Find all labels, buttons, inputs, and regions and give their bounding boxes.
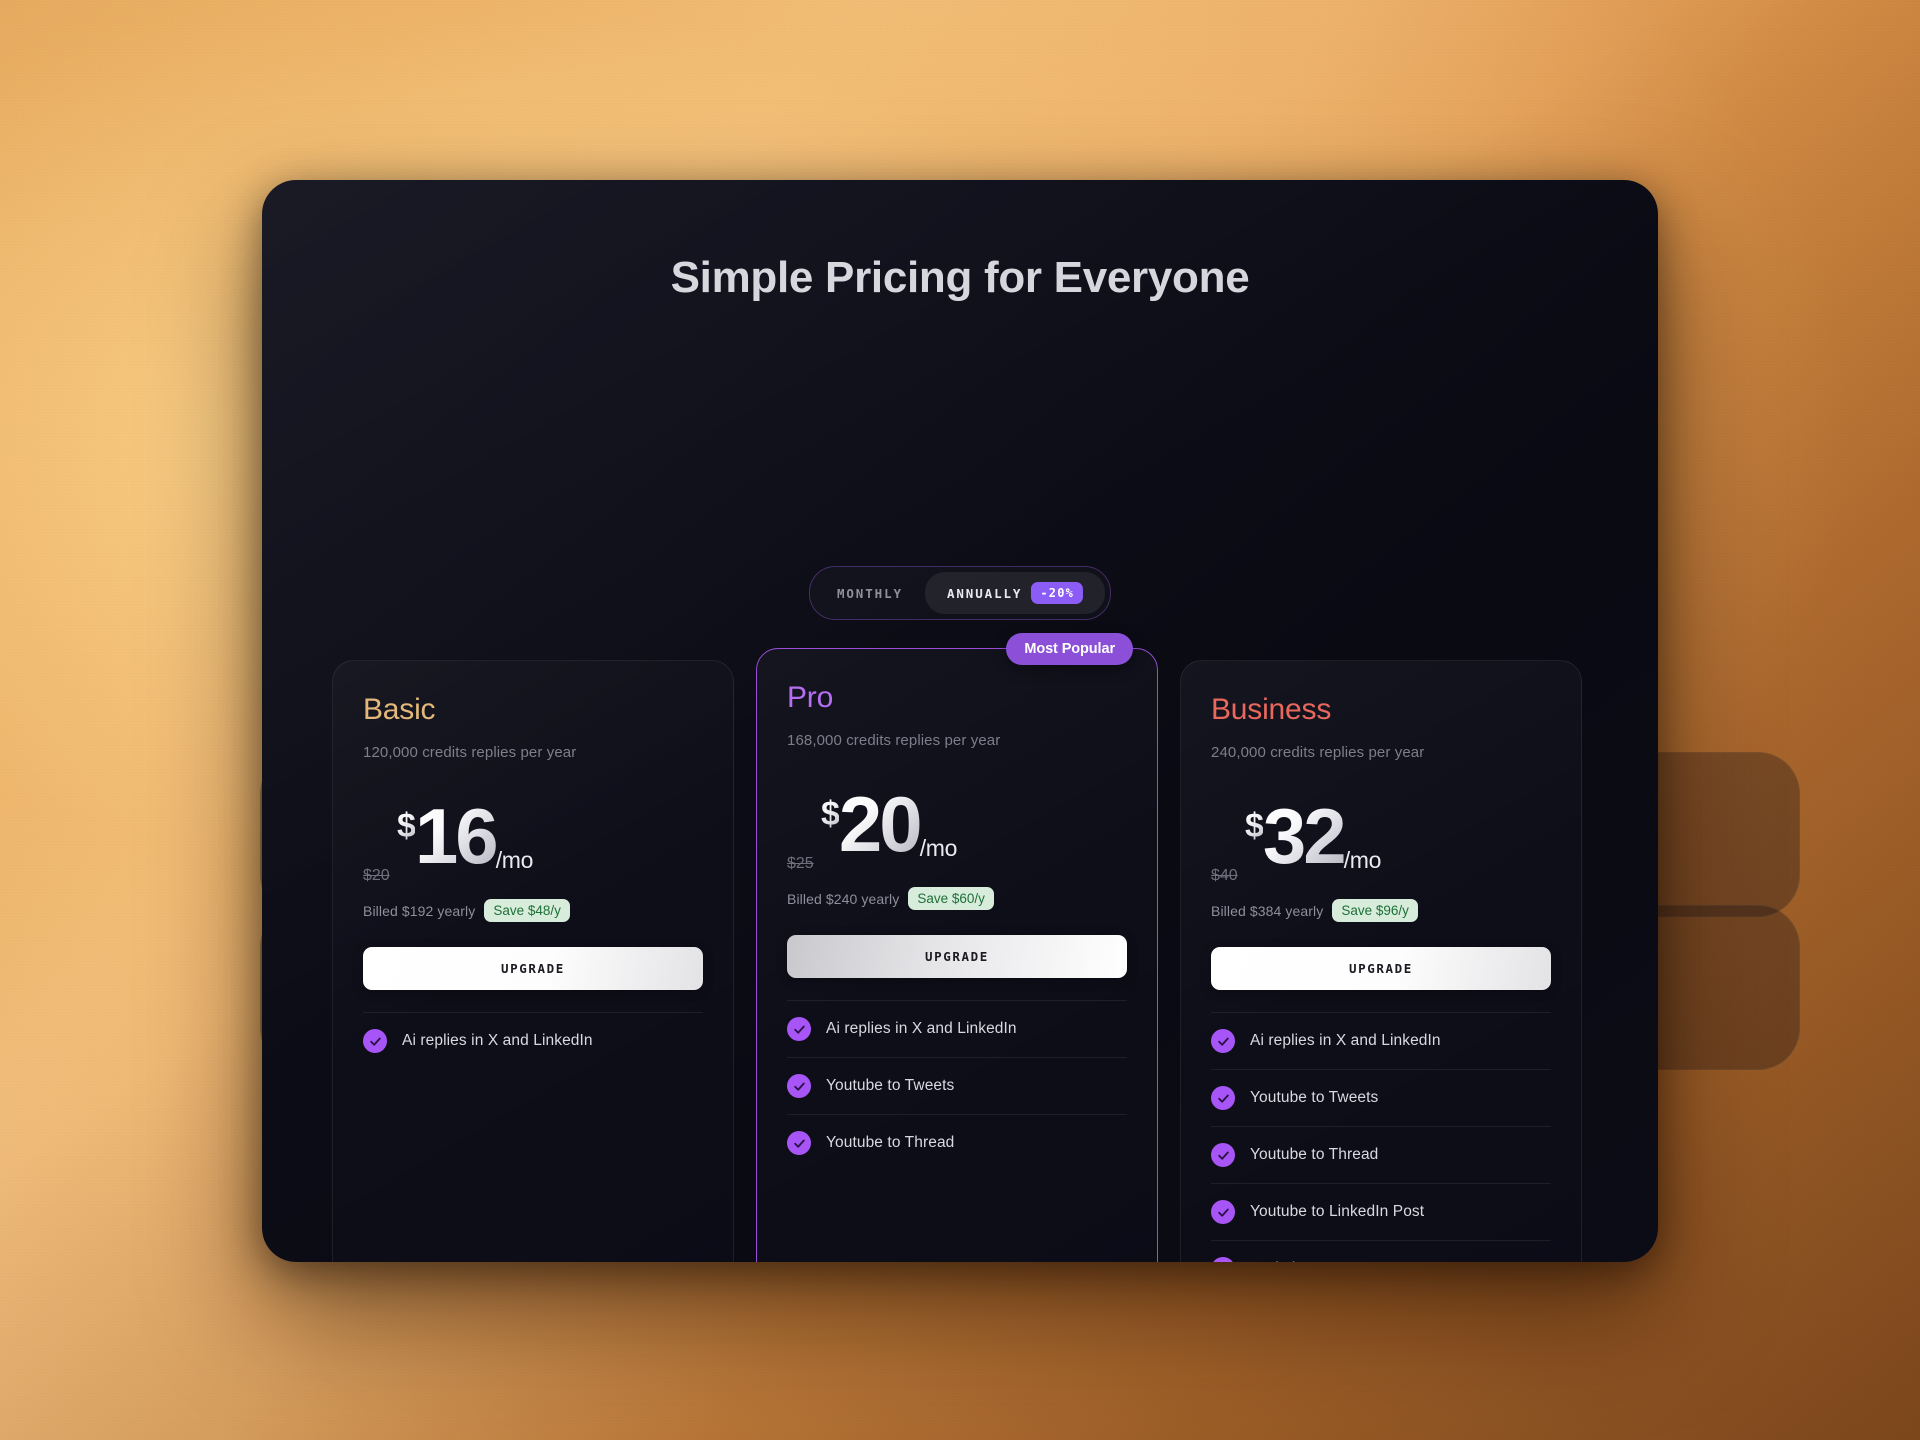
billed-text-basic: Billed $192 yearly — [363, 902, 476, 919]
price-currency-basic: $ — [397, 807, 416, 845]
feature-label: Youtube to Tweets — [826, 1077, 955, 1094]
discount-badge: -20% — [1031, 582, 1084, 604]
billing-toggle-monthly[interactable]: MONTHLY — [815, 576, 925, 611]
check-icon — [787, 1017, 811, 1041]
feature-item: Ai replies in X and LinkedIn — [363, 1012, 703, 1069]
most-popular-badge: Most Popular — [1006, 633, 1133, 665]
check-icon — [1211, 1086, 1235, 1110]
plan-credits-basic: 120,000 credits replies per year — [363, 744, 577, 761]
feature-item: Optimize Tweets — [1211, 1240, 1551, 1262]
check-icon — [787, 1074, 811, 1098]
billed-row-basic: Billed $192 yearly Save $48/y — [363, 899, 703, 922]
feature-label: Ai replies in X and LinkedIn — [1250, 1032, 1441, 1049]
plan-name-pro: Pro — [787, 681, 834, 714]
old-price-basic: $20 — [363, 867, 390, 884]
price-period-pro: /mo — [919, 835, 958, 861]
plan-name-basic: Basic — [363, 693, 436, 726]
pricing-card-basic[interactable]: Basic 120,000 credits replies per year $… — [332, 660, 734, 1262]
feature-label: Youtube to Tweets — [1250, 1089, 1379, 1106]
plan-credits-business: 240,000 credits replies per year — [1211, 744, 1425, 761]
feature-item: Youtube to Tweets — [787, 1057, 1127, 1114]
feature-label: Ai replies in X and LinkedIn — [402, 1032, 593, 1049]
pricing-panel: Simple Pricing for Everyone MONTHLY ANNU… — [262, 180, 1658, 1262]
plan-credits-pro: 168,000 credits replies per year — [787, 732, 1001, 749]
pricing-card-pro[interactable]: Most Popular Pro 168,000 credits replies… — [756, 633, 1158, 1262]
feature-item: Youtube to Tweets — [1211, 1069, 1551, 1126]
feature-item: Youtube to LinkedIn Post — [1211, 1183, 1551, 1240]
price-period-basic: /mo — [495, 847, 534, 873]
check-icon — [363, 1029, 387, 1053]
price-row-basic: $ 16 /mo $20 — [363, 792, 703, 891]
check-icon — [1211, 1143, 1235, 1167]
feature-item: Ai replies in X and LinkedIn — [787, 1000, 1127, 1057]
price-amount-business: 32 — [1262, 792, 1347, 880]
price-currency-business: $ — [1245, 807, 1264, 845]
billing-period-toggle[interactable]: MONTHLY ANNUALLY -20% — [808, 566, 1112, 620]
page-background: Simple Pricing for Everyone MONTHLY ANNU… — [0, 0, 1920, 1440]
billing-toggle-monthly-label: MONTHLY — [836, 585, 903, 601]
feature-list-business: Ai replies in X and LinkedIn Youtube to … — [1211, 1012, 1551, 1262]
billed-row-business: Billed $384 yearly Save $96/y — [1211, 899, 1551, 922]
price-period-business: /mo — [1343, 847, 1382, 873]
save-badge-pro: Save $60/y — [908, 887, 994, 910]
billed-text-business: Billed $384 yearly — [1211, 902, 1324, 919]
feature-list-basic: Ai replies in X and LinkedIn — [363, 1012, 703, 1069]
feature-label: Optimize Tweets — [1250, 1260, 1366, 1262]
upgrade-button-basic[interactable]: UPGRADE — [363, 947, 703, 990]
price-row-pro: $ 20 /mo $25 — [787, 780, 1127, 879]
feature-label: Youtube to Thread — [826, 1134, 955, 1151]
feature-list-pro: Ai replies in X and LinkedIn Youtube to … — [787, 1000, 1127, 1171]
save-badge-business: Save $96/y — [1332, 899, 1418, 922]
feature-item: Ai replies in X and LinkedIn — [1211, 1012, 1551, 1069]
billing-toggle-annually-label: ANNUALLY — [946, 585, 1023, 601]
price-amount-pro: 20 — [838, 780, 923, 868]
check-icon — [787, 1131, 811, 1155]
old-price-pro: $25 — [787, 855, 814, 872]
plan-name-business: Business — [1211, 693, 1332, 726]
price-amount-basic: 16 — [414, 792, 499, 880]
billed-text-pro: Billed $240 yearly — [787, 890, 900, 907]
feature-item: Youtube to Thread — [1211, 1126, 1551, 1183]
price-row-business: $ 32 /mo $40 — [1211, 792, 1551, 891]
feature-label: Youtube to Thread — [1250, 1146, 1379, 1163]
old-price-business: $40 — [1211, 867, 1238, 884]
billing-toggle-annually[interactable]: ANNUALLY -20% — [924, 572, 1106, 614]
upgrade-button-pro[interactable]: UPGRADE — [787, 935, 1127, 978]
pricing-card-business[interactable]: Business 240,000 credits replies per yea… — [1180, 660, 1582, 1262]
price-currency-pro: $ — [821, 795, 840, 833]
page-title: Simple Pricing for Everyone — [670, 253, 1250, 302]
feature-label: Youtube to LinkedIn Post — [1250, 1203, 1425, 1220]
feature-label: Ai replies in X and LinkedIn — [826, 1020, 1017, 1037]
check-icon — [1211, 1257, 1235, 1262]
billed-row-pro: Billed $240 yearly Save $60/y — [787, 887, 1127, 910]
feature-item: Youtube to Thread — [787, 1114, 1127, 1171]
check-icon — [1211, 1200, 1235, 1224]
check-icon — [1211, 1029, 1235, 1053]
upgrade-button-business[interactable]: UPGRADE — [1211, 947, 1551, 990]
save-badge-basic: Save $48/y — [484, 899, 570, 922]
